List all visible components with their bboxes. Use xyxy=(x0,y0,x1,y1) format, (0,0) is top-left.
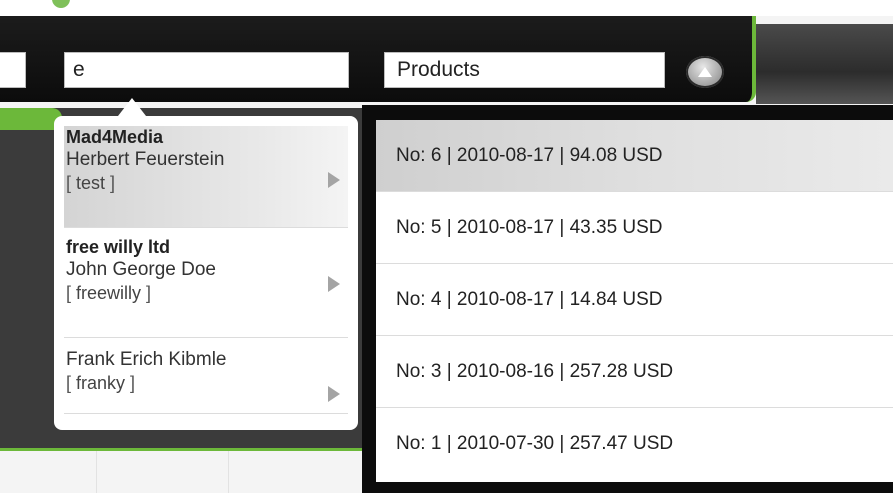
product-result-item[interactable]: No: 4 | 2010-08-17 | 14.84 USD xyxy=(376,264,893,336)
customer-name: John George Doe xyxy=(66,259,216,280)
type-select[interactable]: Products xyxy=(384,52,665,88)
customer-company: free willy ltd xyxy=(66,237,171,257)
customer-name: Frank Erich Kibmle xyxy=(66,349,227,370)
chevron-right-icon xyxy=(328,172,340,188)
tab-indicator xyxy=(52,0,70,8)
chevron-right-icon xyxy=(328,276,340,292)
chevron-up-icon xyxy=(698,67,712,77)
customer-suggestion-dropdown: Mad4Media Herbert Feuerstein [ test ] fr… xyxy=(54,116,358,430)
customer-username: [ franky ] xyxy=(66,373,136,393)
customer-suggestion-item[interactable]: Frank Erich Kibmle [ franky ] xyxy=(64,348,348,414)
dropdown-pointer xyxy=(118,98,146,116)
product-result-item[interactable]: No: 5 | 2010-08-17 | 43.35 USD xyxy=(376,192,893,264)
product-result-item[interactable]: No: 6 | 2010-08-17 | 94.08 USD xyxy=(376,120,893,192)
left-input-field[interactable] xyxy=(0,52,26,88)
toolbar-right-background xyxy=(756,24,893,104)
search-input[interactable]: e xyxy=(64,52,349,88)
customer-suggestion-item[interactable]: free willy ltd John George Doe [ freewil… xyxy=(64,236,348,338)
product-result-list: No: 6 | 2010-08-17 | 94.08 USD No: 5 | 2… xyxy=(376,120,893,482)
customer-username: [ freewilly ] xyxy=(66,283,152,303)
product-result-item[interactable]: No: 1 | 2010-07-30 | 257.47 USD xyxy=(376,408,893,480)
customer-name: Herbert Feuerstein xyxy=(66,149,225,170)
collapse-button[interactable] xyxy=(686,56,724,88)
product-result-item[interactable]: No: 3 | 2010-08-16 | 257.28 USD xyxy=(376,336,893,408)
chevron-right-icon xyxy=(328,386,340,402)
customer-company: Mad4Media xyxy=(66,127,164,147)
top-strip xyxy=(0,0,893,16)
customer-suggestion-item[interactable]: Mad4Media Herbert Feuerstein [ test ] xyxy=(64,126,348,228)
panel-accent xyxy=(0,108,62,130)
customer-username: [ test ] xyxy=(66,173,116,193)
